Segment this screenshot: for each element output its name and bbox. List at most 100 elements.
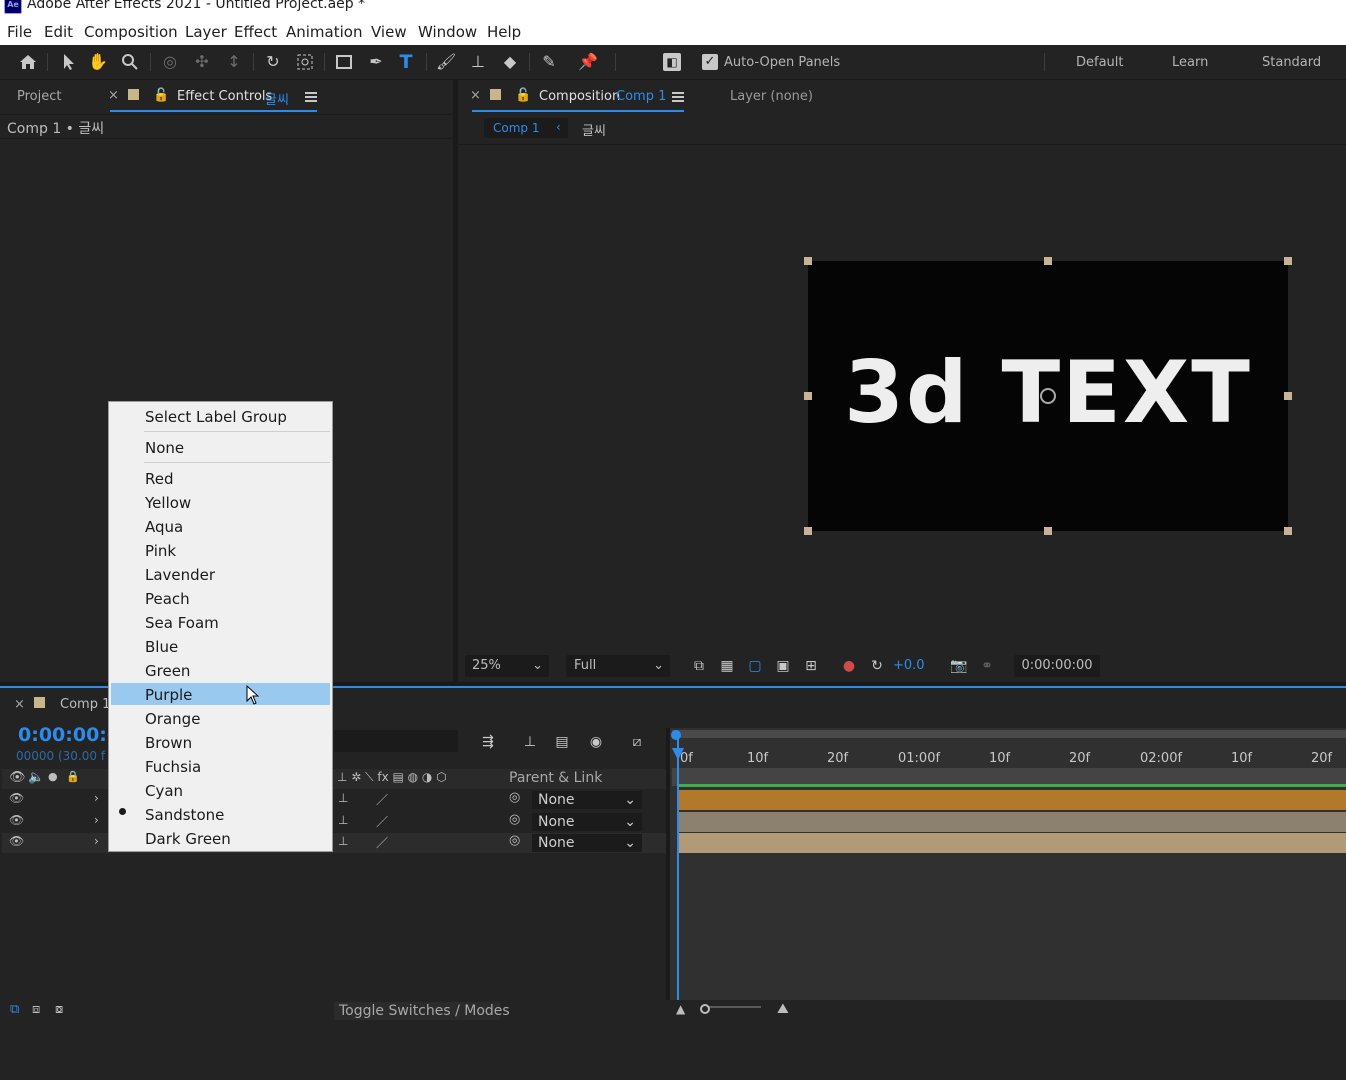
menu-item-green[interactable]: Green <box>145 662 190 680</box>
exposure-value[interactable]: +0.0 <box>893 658 925 673</box>
menu-layer[interactable]: Layer <box>185 23 227 41</box>
brush-icon[interactable]: 🖌 <box>436 52 456 72</box>
tab-timeline-comp[interactable]: Comp 1 <box>60 697 110 712</box>
menu-item-lavender[interactable]: Lavender <box>145 566 215 584</box>
menu-item-aqua[interactable]: Aqua <box>145 518 183 536</box>
menu-window[interactable]: Window <box>418 23 477 41</box>
workspace-standard[interactable]: Standard <box>1262 55 1321 70</box>
menu-item-purple[interactable]: Purple <box>145 686 192 704</box>
workspace-default[interactable]: Default <box>1076 55 1124 70</box>
comp-nav-button[interactable]: Comp 1 ‹ <box>484 118 568 138</box>
transform-handle[interactable] <box>1284 257 1292 265</box>
transparency-grid-icon[interactable]: ▦ <box>717 656 737 676</box>
layer-search-input[interactable] <box>334 730 458 752</box>
pickwhip-icon[interactable]: ◎ <box>509 790 520 805</box>
layer-duration-bar[interactable] <box>678 833 1346 853</box>
transform-handle[interactable] <box>1044 257 1052 265</box>
motion-blur-icon[interactable]: ◉ <box>586 732 606 752</box>
menu-item-yellow[interactable]: Yellow <box>145 494 191 512</box>
tab-effect-controls[interactable]: Effect Controls <box>177 89 272 104</box>
draft-3d-icon[interactable]: ⊥ <box>520 732 540 752</box>
quality-switch-icon[interactable]: ／ <box>376 813 388 830</box>
home-icon[interactable] <box>18 52 38 72</box>
timeline-zoom-slider[interactable] <box>703 1006 761 1008</box>
tab-project[interactable]: Project <box>17 89 61 104</box>
zoom-dropdown[interactable]: 25% ⌄ <box>465 655 549 677</box>
menu-view[interactable]: View <box>371 23 407 41</box>
menu-effect[interactable]: Effect <box>234 23 277 41</box>
panel-toggle-icon[interactable]: ◧ <box>663 53 681 71</box>
layer-duration-bar[interactable] <box>678 790 1346 810</box>
menu-item-sea-foam[interactable]: Sea Foam <box>145 614 219 632</box>
current-time-display[interactable]: 0:00:00:0 <box>18 724 120 746</box>
layer-row[interactable]: 👁 › ⊥ ／ ◎ None ⌄ <box>2 812 666 832</box>
menu-item-none[interactable]: None <box>145 439 184 457</box>
panel-menu-icon[interactable] <box>305 92 317 102</box>
menu-item-red[interactable]: Red <box>145 470 174 488</box>
menu-edit[interactable]: Edit <box>44 23 73 41</box>
layer-nav-label[interactable]: 글씨 <box>582 120 606 139</box>
zoom-slider-knob[interactable] <box>700 1004 710 1014</box>
roto-brush-icon[interactable]: ✎ <box>539 52 559 72</box>
chevron-right-icon[interactable]: › <box>94 834 99 848</box>
hand-icon[interactable]: ✋ <box>88 52 108 72</box>
mask-visibility-icon[interactable]: ▢ <box>745 656 765 676</box>
reset-exposure-icon[interactable]: ↻ <box>867 656 887 676</box>
eye-icon[interactable]: 👁 <box>9 791 24 805</box>
zoom-out-mountain-icon[interactable]: ▲ <box>676 1002 685 1016</box>
lock-icon[interactable]: 🔓 <box>153 88 169 103</box>
menu-help[interactable]: Help <box>487 23 521 41</box>
zoom-icon[interactable] <box>120 52 140 72</box>
pickwhip-icon[interactable]: ◎ <box>509 812 520 827</box>
pickwhip-icon[interactable]: ◎ <box>509 833 520 848</box>
shy-switch-icon[interactable]: ⊥ <box>338 834 348 848</box>
resolution-dropdown[interactable]: Full ⌄ <box>566 655 670 677</box>
selection-arrow-icon[interactable] <box>58 52 78 72</box>
eraser-icon[interactable]: ◆ <box>500 52 520 72</box>
type-icon[interactable]: T <box>396 52 416 72</box>
chevron-right-icon[interactable]: › <box>94 791 99 805</box>
transform-handle[interactable] <box>804 527 812 535</box>
menu-item-dark-green[interactable]: Dark Green <box>145 830 231 848</box>
layer-row[interactable]: 👁 › ⊥ ／ ◎ None ⌄ <box>2 833 666 853</box>
rectangle-icon[interactable] <box>334 52 354 72</box>
menu-item-sandstone[interactable]: Sandstone <box>145 806 224 824</box>
grid-guides-icon[interactable]: ⊞ <box>801 656 821 676</box>
graph-editor-icon[interactable]: ⧄ <box>627 732 647 752</box>
snapshot-camera-icon[interactable]: 📷 <box>949 656 969 676</box>
pen-icon[interactable]: ✒ <box>366 52 386 72</box>
transform-handle[interactable] <box>1044 527 1052 535</box>
dolly-camera-icon[interactable]: ↕ <box>224 52 244 72</box>
composition-canvas[interactable]: 3d TEXT <box>808 261 1288 531</box>
viewer-timecode[interactable]: 0:00:00:00 <box>1014 655 1100 677</box>
transfer-controls-icon[interactable]: ⧈ <box>32 1002 40 1017</box>
rotate-icon[interactable]: ↻ <box>263 52 283 72</box>
tab-layer[interactable]: Layer (none) <box>730 89 813 104</box>
fast-preview-icon[interactable]: ⧉ <box>689 656 709 676</box>
frame-blending-icon[interactable]: ▤ <box>552 732 572 752</box>
shy-switch-icon[interactable]: ⊥ <box>338 813 348 827</box>
transform-handle[interactable] <box>1284 392 1292 400</box>
quality-switch-icon[interactable]: ／ <box>376 791 388 808</box>
zoom-in-mountain-icon[interactable]: ⛰ <box>777 1001 789 1017</box>
auto-open-checkbox[interactable]: ✓ <box>702 54 718 70</box>
composition-flowchart-icon[interactable]: ⇶ <box>478 732 498 752</box>
lock-icon[interactable]: 🔓 <box>515 88 531 103</box>
anchor-point-icon[interactable] <box>295 52 315 72</box>
eye-icon[interactable]: 👁 <box>9 813 24 827</box>
shy-switch-icon[interactable]: ⊥ <box>338 791 348 805</box>
menu-item-pink[interactable]: Pink <box>145 542 176 560</box>
menu-item-orange[interactable]: Orange <box>145 710 200 728</box>
quality-switch-icon[interactable]: ／ <box>376 834 388 851</box>
layer-row[interactable]: 👁 › ⊥ ／ ◎ None ⌄ <box>2 790 666 810</box>
menu-item-blue[interactable]: Blue <box>145 638 178 656</box>
menu-item-cyan[interactable]: Cyan <box>145 782 183 800</box>
close-icon[interactable]: × <box>108 88 119 103</box>
puppet-pin-icon[interactable]: 📌 <box>578 52 598 72</box>
menu-file[interactable]: File <box>7 23 32 41</box>
pan-camera-icon[interactable]: ✣ <box>192 52 212 72</box>
transform-handle[interactable] <box>1284 527 1292 535</box>
menu-item-brown[interactable]: Brown <box>145 734 192 752</box>
parent-dropdown[interactable]: None ⌄ <box>532 813 642 831</box>
playhead-line[interactable] <box>677 738 679 1000</box>
